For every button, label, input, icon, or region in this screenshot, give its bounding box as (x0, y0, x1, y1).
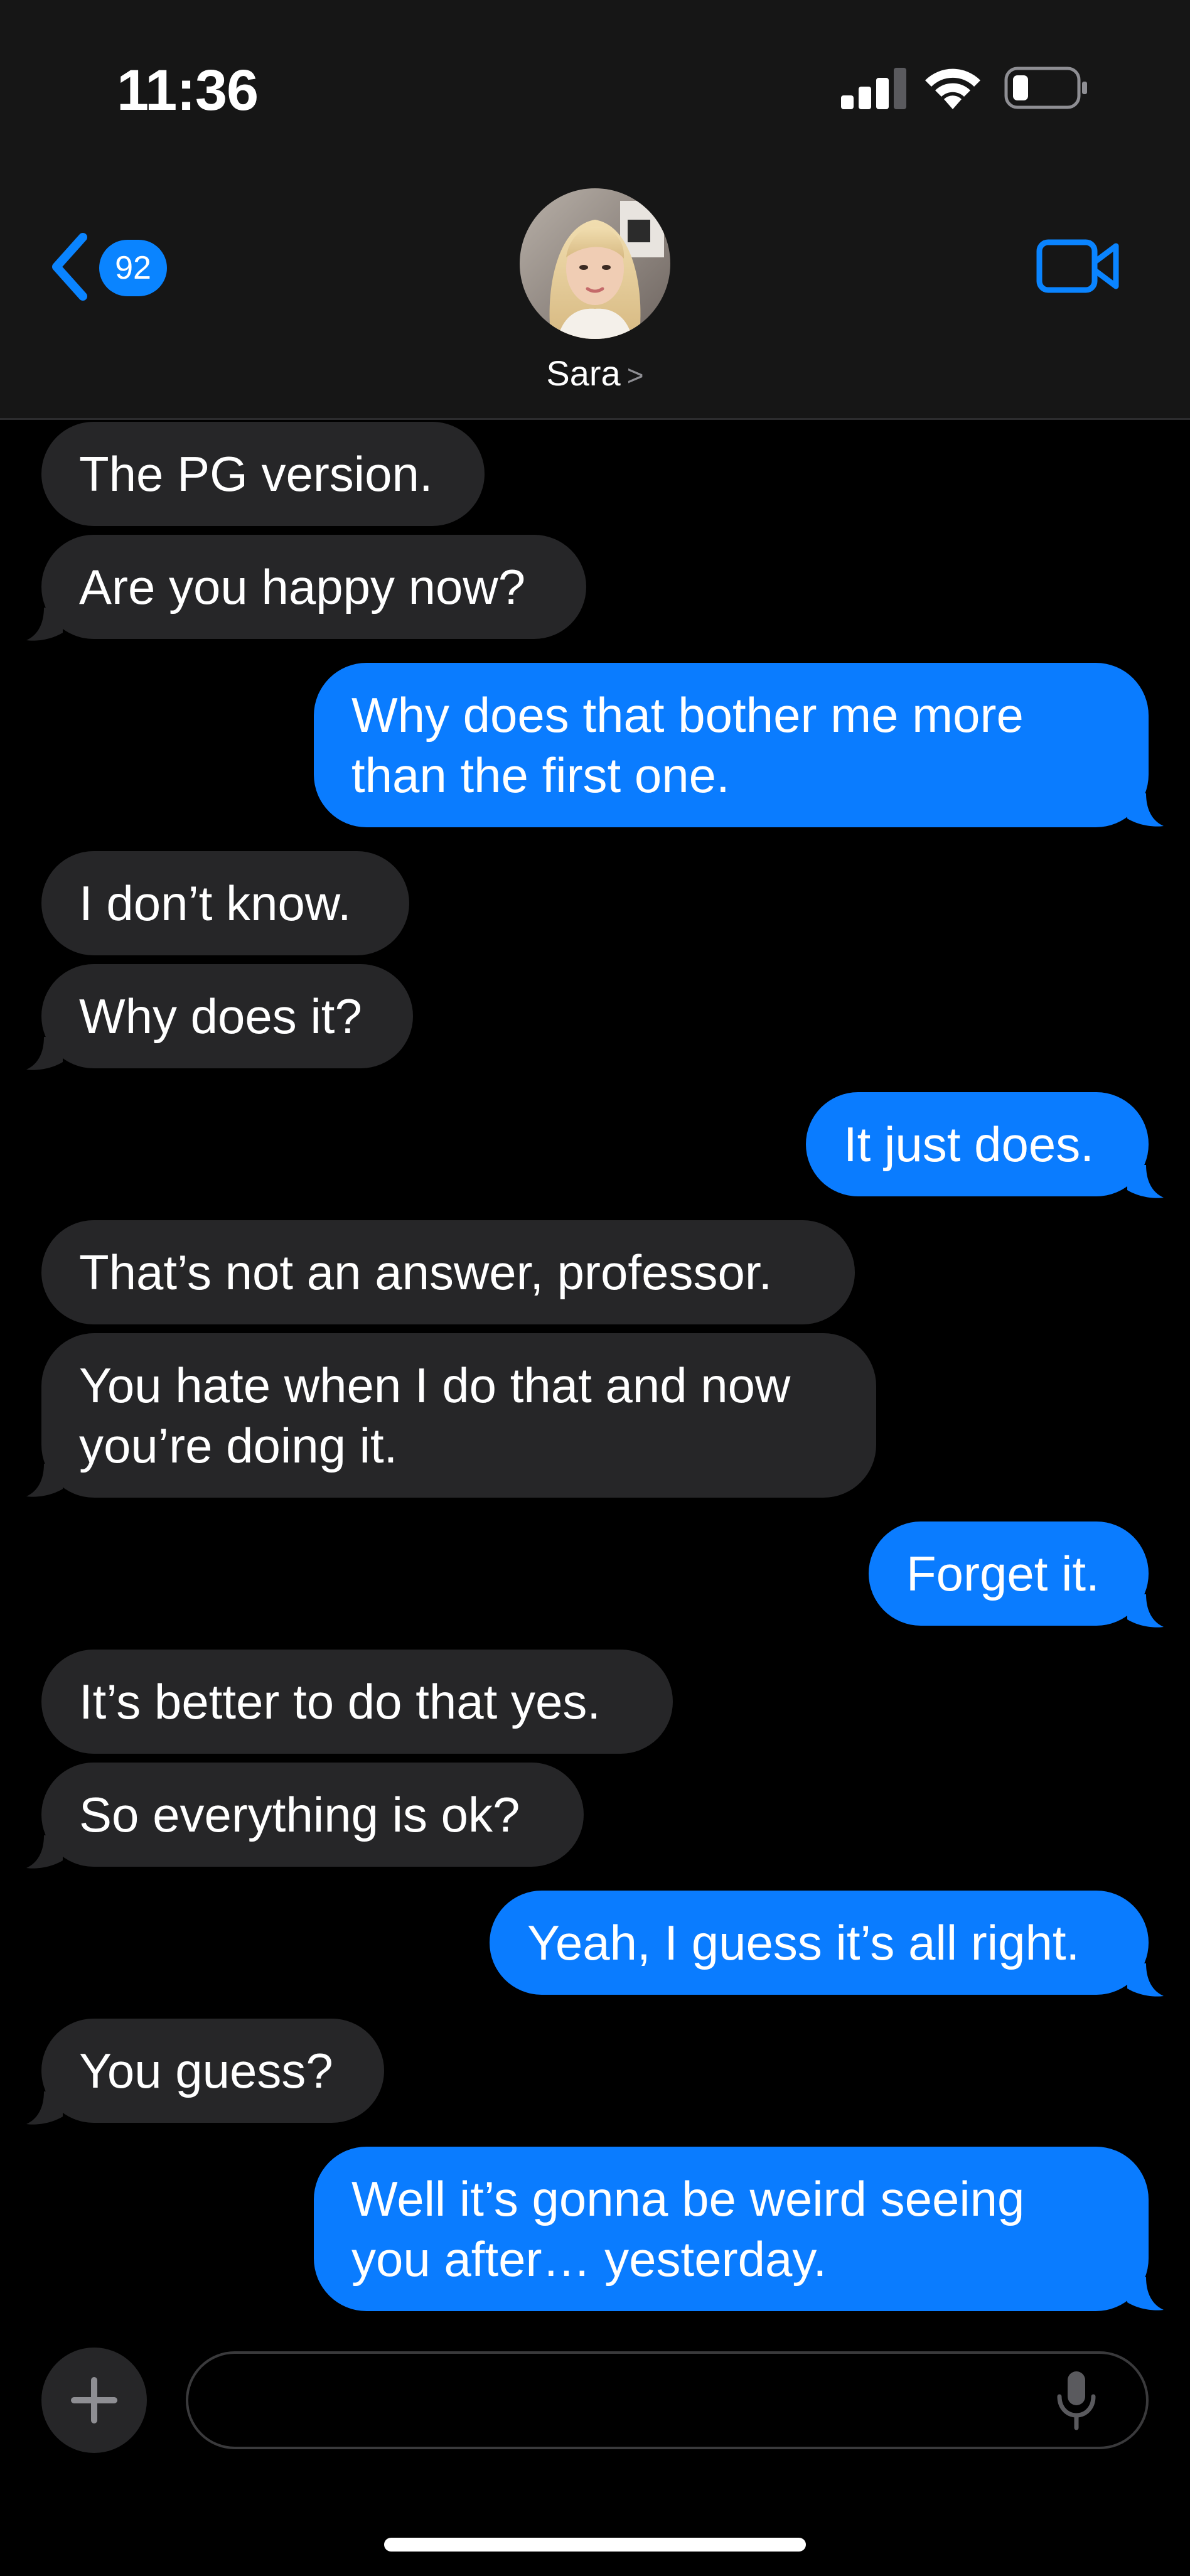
microphone-icon[interactable] (1054, 2369, 1098, 2432)
battery-icon (1004, 67, 1087, 109)
message-bubble-sent[interactable]: It just does. (806, 1092, 1149, 1196)
bubble-tail (26, 2091, 63, 2125)
message-text: Yeah, I guess it’s all right. (527, 1915, 1080, 1970)
message-bubble-received[interactable]: That’s not an answer, professor. (41, 1220, 855, 1324)
message-bubble-sent[interactable]: Why does that bother me more than the fi… (314, 663, 1149, 827)
message-bubble-received[interactable]: Are you happy now? (41, 535, 586, 639)
message-text: That’s not an answer, professor. (79, 1245, 773, 1300)
message-text: I don’t know. (79, 876, 351, 931)
message-bubble-sent[interactable]: Forget it. (869, 1521, 1149, 1626)
message-text: Forget it. (906, 1546, 1100, 1601)
message-text: So everything is ok? (79, 1787, 520, 1842)
wifi-icon (925, 68, 980, 109)
message-bubble-received[interactable]: It’s better to do that yes. (41, 1650, 673, 1754)
video-camera-icon[interactable] (1036, 236, 1121, 296)
message-text: Why does it? (79, 989, 362, 1044)
back-button[interactable]: 92 (48, 226, 192, 301)
message-bubble-received[interactable]: You hate when I do that and now you’re d… (41, 1333, 876, 1498)
back-chevron-icon (52, 233, 87, 301)
bubble-tail (26, 1835, 63, 1869)
message-text-line: you after… yesterday. (351, 2231, 827, 2287)
message-bubble-received[interactable]: So everything is ok? (41, 1763, 584, 1867)
bubble-tail (1127, 1963, 1164, 1997)
avatar-image (520, 188, 670, 339)
plus-icon (71, 2377, 117, 2423)
message-bubble-received[interactable]: Why does it? (41, 964, 413, 1068)
bubble-tail (1127, 2277, 1164, 2310)
home-indicator[interactable] (384, 2538, 806, 2552)
message-bubble-sent[interactable]: Yeah, I guess it’s all right. (490, 1891, 1149, 1995)
message-text-line: you’re doing it. (79, 1418, 398, 1473)
bubble-tail (26, 608, 63, 641)
bubble-tail (1127, 1165, 1164, 1198)
message-text-line: Well it’s gonna be weird seeing (351, 2171, 1025, 2226)
message-text: It just does. (844, 1117, 1094, 1172)
message-text-line: Why does that bother me more (351, 687, 1024, 743)
status-time: 11:36 (117, 58, 259, 122)
message-bubble-received[interactable]: I don’t know. (41, 851, 409, 955)
message-text: The PG version. (79, 446, 433, 502)
message-bubble-received[interactable]: The PG version. (41, 422, 485, 526)
add-attachment-button[interactable] (41, 2348, 147, 2453)
contact-name: Sara (546, 353, 621, 393)
bubble-tail (1127, 1594, 1164, 1628)
contact-name-row[interactable]: Sara > (0, 353, 1190, 394)
contact-avatar[interactable] (520, 188, 670, 339)
message-bubble-received[interactable]: You guess? (41, 2019, 384, 2123)
message-text: Are you happy now? (79, 559, 526, 614)
message-input[interactable] (186, 2351, 1149, 2449)
message-text: It’s better to do that yes. (79, 1674, 601, 1729)
bubble-tail (26, 1464, 63, 1497)
signal-icon (841, 68, 906, 109)
conversation-header: 11:36 92 Sara > (0, 0, 1190, 420)
message-text: You guess? (79, 2043, 333, 2098)
message-text-line: than the first one. (351, 748, 730, 803)
message-bubble-sent[interactable]: Well it’s gonna be weird seeing you afte… (314, 2147, 1149, 2311)
bubble-tail (26, 1037, 63, 1070)
unread-count-badge: 92 (99, 240, 167, 296)
bubble-tail (1127, 793, 1164, 827)
message-text-line: You hate when I do that and now (79, 1358, 791, 1413)
contact-chevron: > (626, 359, 644, 392)
